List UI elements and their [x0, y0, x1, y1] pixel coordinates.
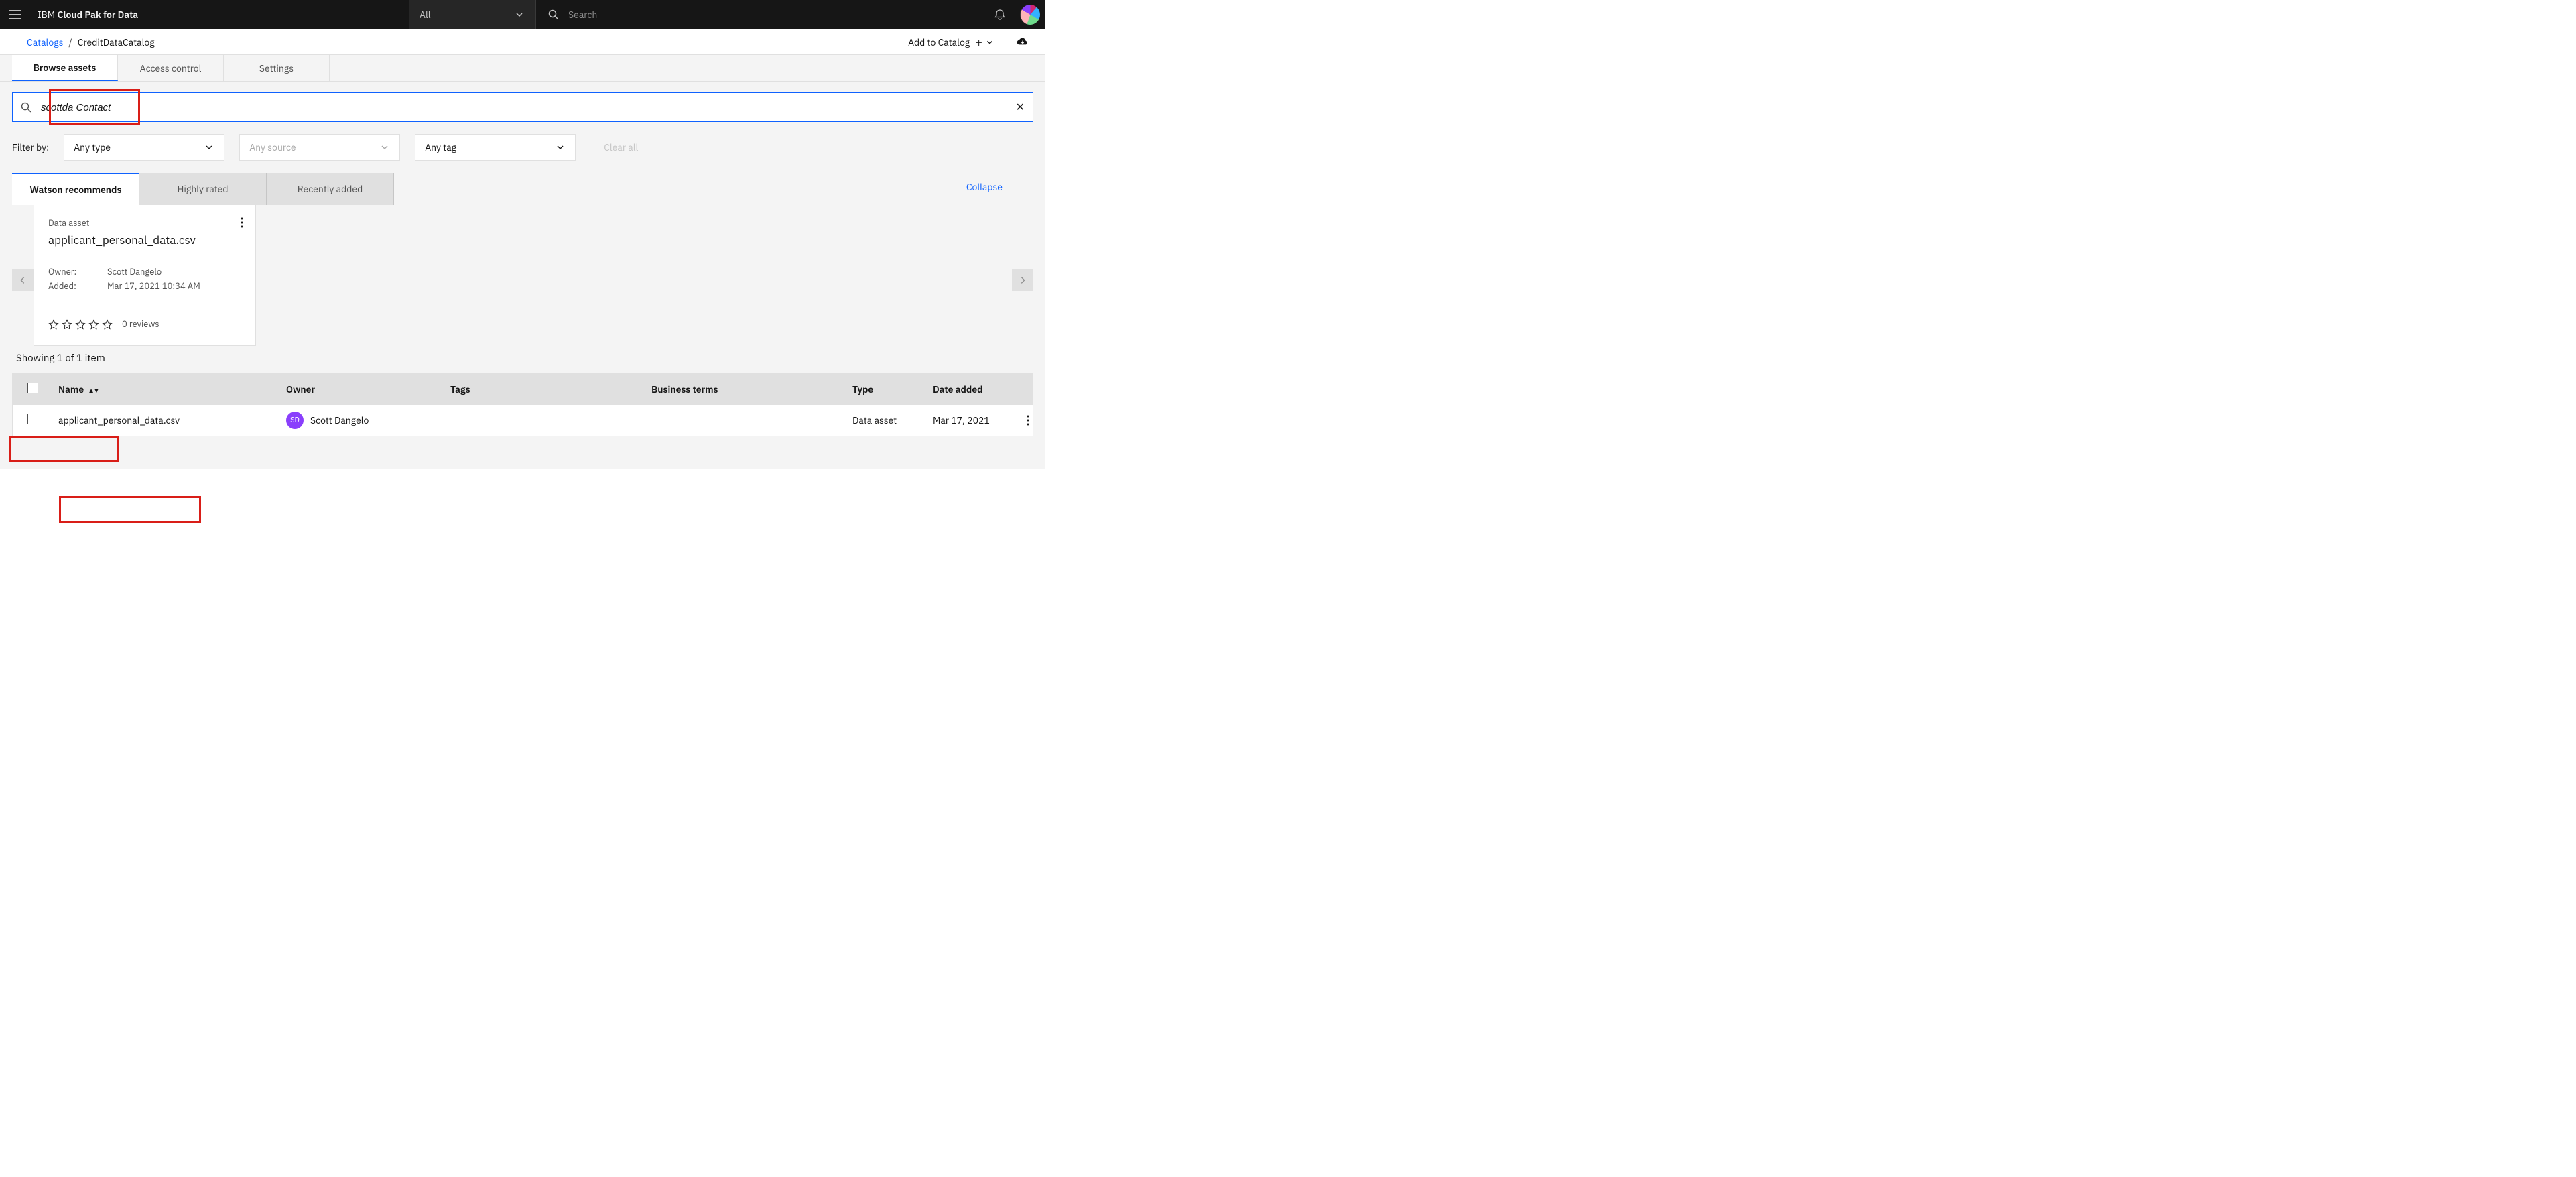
- asset-title: applicant_personal_data.csv: [48, 233, 241, 247]
- chevron-down-icon: [985, 38, 994, 47]
- scope-dropdown[interactable]: All: [409, 0, 536, 29]
- add-to-catalog-label: Add to Catalog: [908, 36, 970, 48]
- breadcrumb-root-link[interactable]: Catalogs: [27, 36, 63, 48]
- collapse-link[interactable]: Collapse: [966, 181, 1003, 193]
- filter-type-dropdown[interactable]: Any type: [64, 134, 224, 161]
- col-name[interactable]: Name▲▼: [53, 383, 281, 395]
- col-date[interactable]: Date added: [927, 383, 1021, 395]
- breadcrumb-bar: Catalogs / CreditDataCatalog Add to Cata…: [0, 29, 1045, 55]
- chevron-down-icon: [379, 142, 390, 153]
- asset-type-label: Data asset: [48, 217, 241, 229]
- col-type[interactable]: Type: [847, 383, 927, 395]
- filter-source-dropdown[interactable]: Any source: [239, 134, 400, 161]
- owner-avatar: SD: [286, 412, 304, 429]
- annotation-highlight: [59, 496, 201, 523]
- added-value: Mar 17, 2021 10:34 AM: [107, 280, 200, 292]
- owner-name: Scott Dangelo: [310, 414, 369, 426]
- select-all-cell[interactable]: [13, 383, 53, 396]
- recommendation-strip: Data asset applicant_personal_data.csv O…: [12, 205, 1033, 346]
- star-icon: [88, 319, 99, 330]
- search-icon: [21, 102, 31, 113]
- content-area: ✕ Filter by: Any type Any source Any tag…: [0, 82, 1045, 469]
- filter-tag-dropdown[interactable]: Any tag: [415, 134, 576, 161]
- breadcrumb-separator: /: [68, 36, 72, 48]
- add-to-catalog-button[interactable]: Add to Catalog +: [903, 32, 1000, 52]
- global-header: IBM Cloud Pak for Data All Search: [0, 0, 1045, 29]
- chevron-down-icon: [514, 9, 525, 20]
- global-search-placeholder: Search: [568, 9, 597, 21]
- star-icon: [48, 319, 59, 330]
- col-tags[interactable]: Tags: [445, 383, 646, 395]
- row-owner: SD Scott Dangelo: [281, 412, 445, 429]
- asset-search-input[interactable]: [41, 102, 1016, 113]
- asset-card[interactable]: Data asset applicant_personal_data.csv O…: [34, 205, 256, 346]
- cloud-sync-icon[interactable]: [1016, 36, 1029, 49]
- star-icon: [102, 319, 113, 330]
- checkbox-icon: [27, 414, 38, 424]
- checkbox-icon: [27, 383, 38, 393]
- results-count: Showing 1 of 1 item: [12, 350, 109, 367]
- notifications-button[interactable]: [985, 0, 1015, 29]
- row-overflow-menu[interactable]: [1021, 415, 1048, 426]
- owner-key: Owner:: [48, 266, 88, 277]
- tab-access-control[interactable]: Access control: [118, 55, 224, 81]
- col-owner[interactable]: Owner: [281, 383, 445, 395]
- user-avatar[interactable]: [1020, 5, 1040, 25]
- brand-label: IBM Cloud Pak for Data: [29, 9, 146, 21]
- table-row[interactable]: applicant_personal_data.csv SD Scott Dan…: [13, 405, 1033, 436]
- clear-all-filters: Clear all: [604, 141, 638, 153]
- rating-stars[interactable]: 0 reviews: [48, 318, 241, 330]
- asset-search-row: ✕: [12, 92, 1033, 122]
- sort-icon: ▲▼: [88, 386, 99, 395]
- filter-label: Filter by:: [12, 141, 49, 153]
- brand-prefix: IBM: [38, 9, 55, 21]
- annotation-highlight: [9, 436, 119, 462]
- search-icon: [548, 9, 559, 20]
- recommendation-tabs: Watson recommends Highly rated Recently …: [12, 173, 1033, 205]
- assets-table: Name▲▼ Owner Tags Business terms Type Da…: [12, 373, 1033, 436]
- plus-icon: +: [975, 34, 982, 50]
- card-overflow-menu[interactable]: [241, 217, 243, 228]
- scroll-right-button[interactable]: [1012, 269, 1033, 291]
- filter-type-value: Any type: [74, 141, 111, 153]
- breadcrumb-current: CreditDataCatalog: [78, 36, 155, 48]
- star-icon: [75, 319, 86, 330]
- tab-settings[interactable]: Settings: [224, 55, 330, 81]
- chevron-down-icon: [555, 142, 566, 153]
- row-date: Mar 17, 2021: [927, 414, 1021, 426]
- filter-row: Filter by: Any type Any source Any tag C…: [12, 134, 1033, 161]
- global-search[interactable]: Search: [540, 0, 956, 29]
- row-select-cell[interactable]: [13, 414, 53, 427]
- chevron-down-icon: [204, 142, 214, 153]
- brand-name: Cloud Pak for Data: [57, 9, 138, 21]
- row-type: Data asset: [847, 414, 927, 426]
- review-count: 0 reviews: [122, 318, 159, 330]
- page-tabs: Browse assets Access control Settings: [0, 55, 1045, 82]
- scope-label: All: [420, 9, 431, 21]
- scroll-left-button[interactable]: [12, 269, 34, 291]
- tab-watson-recommends[interactable]: Watson recommends: [12, 173, 139, 205]
- tab-recently-added[interactable]: Recently added: [267, 173, 394, 205]
- filter-tag-value: Any tag: [425, 141, 456, 153]
- col-terms[interactable]: Business terms: [646, 383, 847, 395]
- tab-highly-rated[interactable]: Highly rated: [139, 173, 267, 205]
- filter-source-value: Any source: [249, 141, 296, 153]
- tab-browse-assets[interactable]: Browse assets: [12, 55, 118, 81]
- clear-search-button[interactable]: ✕: [1016, 101, 1025, 114]
- added-key: Added:: [48, 280, 88, 292]
- hamburger-menu-button[interactable]: [0, 0, 29, 29]
- owner-value: Scott Dangelo: [107, 266, 162, 277]
- table-header: Name▲▼ Owner Tags Business terms Type Da…: [13, 374, 1033, 405]
- row-name[interactable]: applicant_personal_data.csv: [53, 414, 281, 426]
- star-icon: [62, 319, 72, 330]
